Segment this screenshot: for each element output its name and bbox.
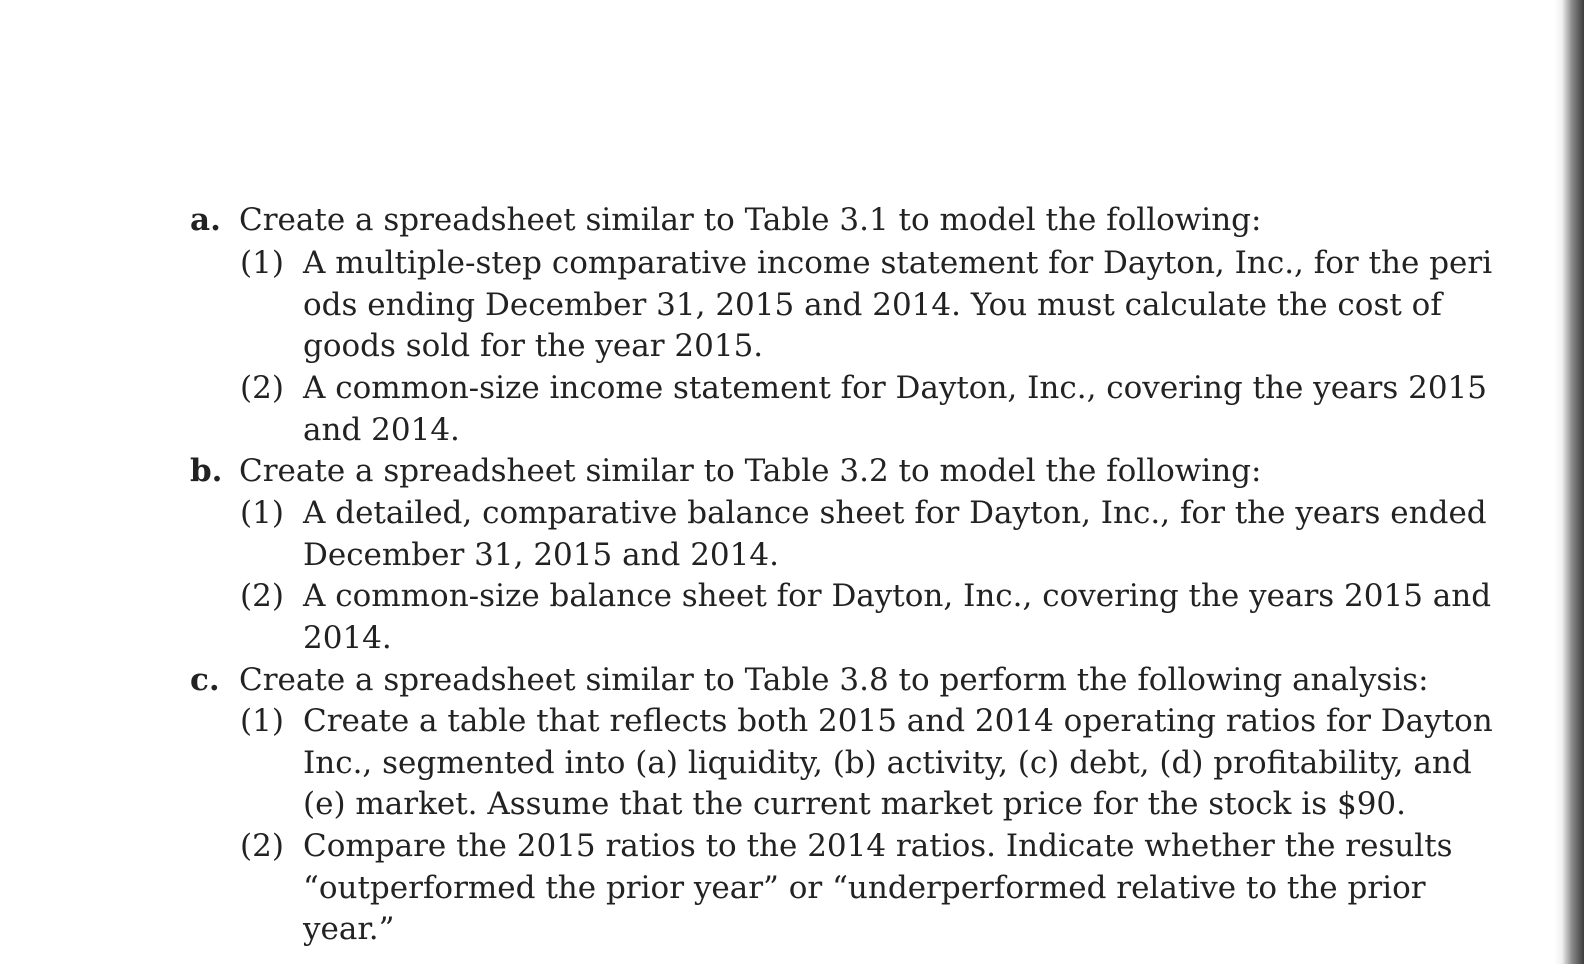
item-c-sub-1-number: (1) [240, 703, 284, 739]
item-c-heading: Create a spreadsheet similar to Table 3.… [239, 662, 1429, 698]
item-a-sub-1-number: (1) [240, 245, 284, 281]
item-b-sub-2-number: (2) [240, 578, 284, 614]
item-c-sub-2-number: (2) [240, 828, 284, 864]
item-a-sub-1-line-1: A multiple-step comparative income state… [303, 245, 1493, 281]
item-b-sub-2-line-1: A common-size balance sheet for Dayton, … [303, 578, 1492, 614]
item-a-letter: a. [190, 202, 221, 238]
item-b-sub-2-line-2: 2014. [303, 619, 392, 656]
item-b-sub-1-number: (1) [240, 495, 284, 531]
item-b-sub-1-line-2: December 31, 2015 and 2014. [303, 536, 779, 573]
page-edge-shadow [1554, 0, 1584, 964]
item-c-sub-1-line-2: Inc., segmented into (a) liquidity, (b) … [303, 744, 1472, 781]
document-page: a. Create a spreadsheet similar to Table… [0, 0, 1584, 964]
item-a-sub-2-line-1: A common-size income statement for Dayto… [303, 370, 1487, 406]
item-a-sub-1-line-2: ods ending December 31, 2015 and 2014. Y… [303, 286, 1442, 323]
item-c-letter: c. [190, 662, 220, 698]
item-a-heading: Create a spreadsheet similar to Table 3.… [239, 202, 1262, 238]
item-a-sub-2-line-2: and 2014. [303, 411, 460, 448]
item-b-sub-1-line-1: A detailed, comparative balance sheet fo… [303, 495, 1487, 531]
item-b-heading: Create a spreadsheet similar to Table 3.… [239, 453, 1262, 489]
item-c-sub-1-line-3: (e) market. Assume that the current mark… [303, 786, 1407, 822]
item-a-sub-2-number: (2) [240, 370, 284, 406]
item-c-sub-1-line-1: Create a table that reflects both 2015 a… [303, 703, 1493, 739]
item-c-sub-2-line-1: Compare the 2015 ratios to the 2014 rati… [303, 828, 1453, 864]
item-c-sub-2-line-2: “outperformed the prior year” or “underp… [303, 869, 1426, 906]
item-c-sub-2-line-3: year.” [303, 911, 395, 947]
item-b-letter: b. [190, 453, 223, 489]
item-a-sub-1-line-3: goods sold for the year 2015. [303, 328, 764, 364]
